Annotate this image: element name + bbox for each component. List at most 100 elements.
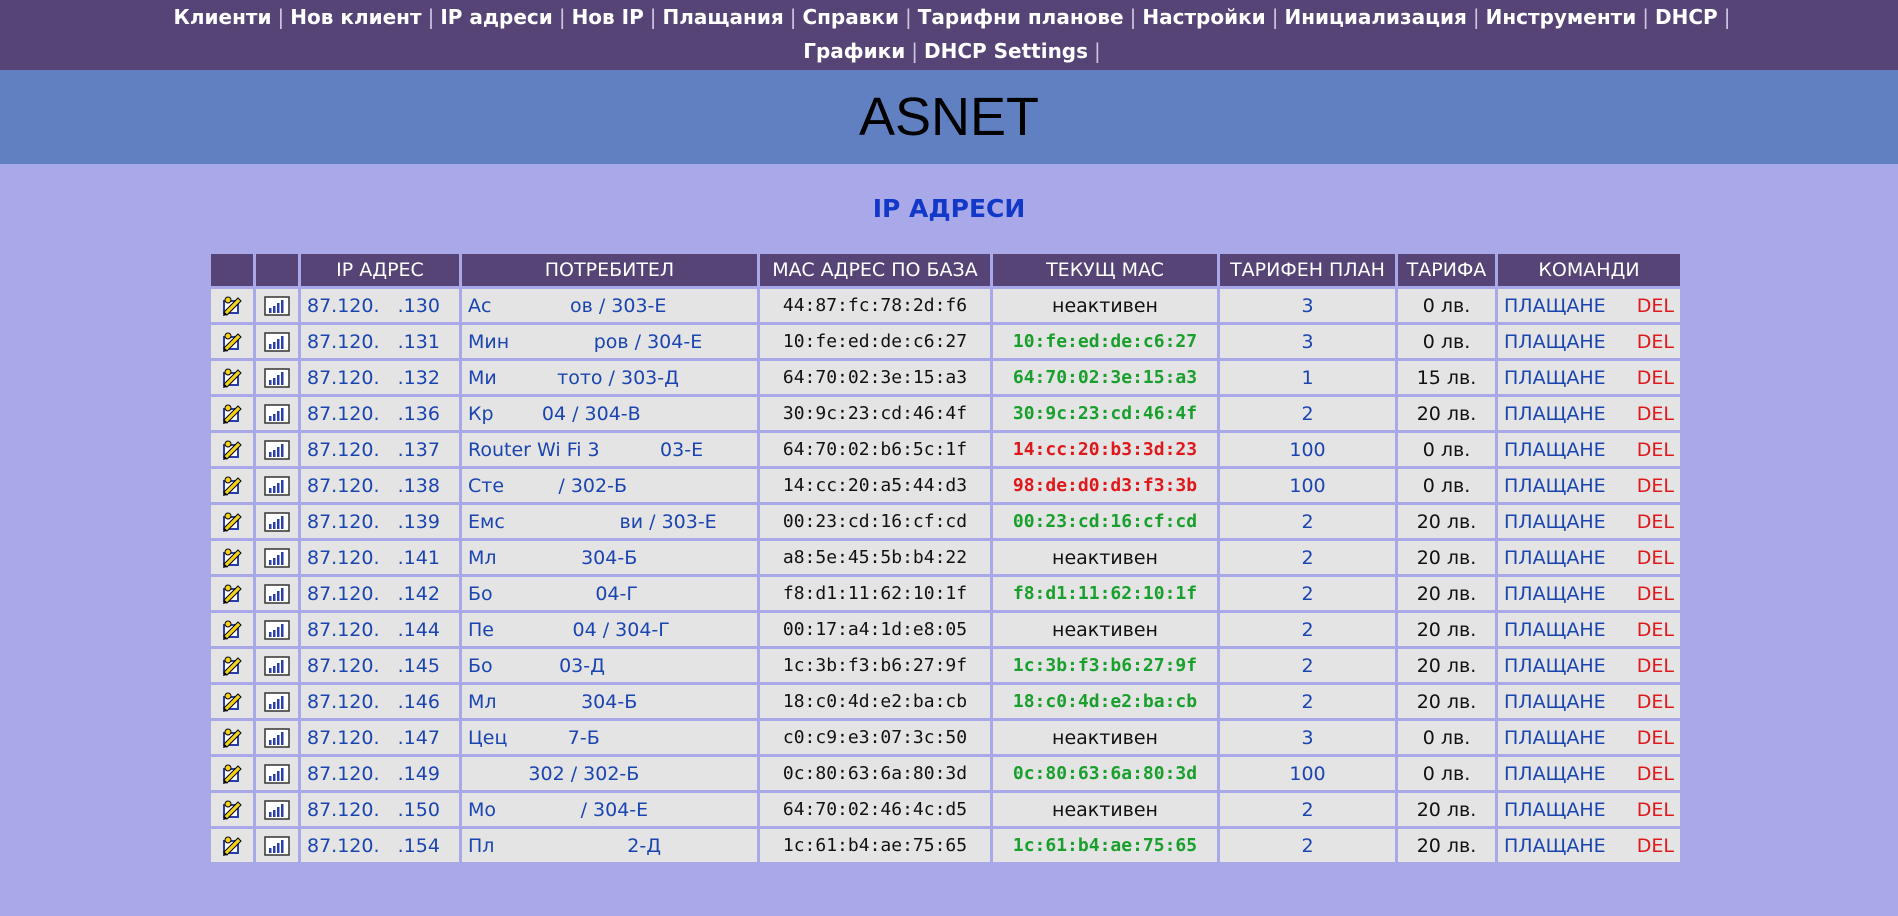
nav-link-row2-0[interactable]: Графики bbox=[797, 39, 911, 63]
nav-link-row1-7[interactable]: Настройки bbox=[1136, 5, 1271, 29]
pay-link[interactable]: ПЛАЩАНЕ bbox=[1504, 691, 1606, 713]
pay-link[interactable]: ПЛАЩАНЕ bbox=[1504, 439, 1606, 461]
graph-icon[interactable] bbox=[256, 367, 298, 388]
edit-cell[interactable] bbox=[211, 721, 253, 754]
edit-cell[interactable] bbox=[211, 361, 253, 394]
delete-link[interactable]: DEL bbox=[1637, 763, 1674, 785]
nav-link-row1-4[interactable]: Плащания bbox=[657, 5, 790, 29]
delete-link[interactable]: DEL bbox=[1637, 403, 1674, 425]
graph-icon[interactable] bbox=[256, 331, 298, 352]
pay-link[interactable]: ПЛАЩАНЕ bbox=[1504, 799, 1606, 821]
edit-icon[interactable] bbox=[211, 762, 253, 786]
tariff-plan[interactable]: 3 bbox=[1220, 325, 1395, 358]
pay-link[interactable]: ПЛАЩАНЕ bbox=[1504, 511, 1606, 533]
graph-cell[interactable] bbox=[256, 685, 298, 718]
graph-icon[interactable] bbox=[256, 835, 298, 856]
delete-link[interactable]: DEL bbox=[1637, 835, 1674, 857]
graph-cell[interactable] bbox=[256, 469, 298, 502]
edit-icon[interactable] bbox=[211, 546, 253, 570]
tariff-plan[interactable]: 100 bbox=[1220, 757, 1395, 790]
user-name[interactable]: Пл 2-Д bbox=[462, 829, 757, 862]
edit-cell[interactable] bbox=[211, 433, 253, 466]
graph-cell[interactable] bbox=[256, 397, 298, 430]
ip-address[interactable]: 87.120. .147 bbox=[301, 721, 459, 754]
edit-cell[interactable] bbox=[211, 577, 253, 610]
edit-cell[interactable] bbox=[211, 649, 253, 682]
pay-link[interactable]: ПЛАЩАНЕ bbox=[1504, 835, 1606, 857]
user-name[interactable]: Бо 04-Г bbox=[462, 577, 757, 610]
nav-link-row1-10[interactable]: DHCP bbox=[1649, 5, 1724, 29]
pay-link[interactable]: ПЛАЩАНЕ bbox=[1504, 583, 1606, 605]
delete-link[interactable]: DEL bbox=[1637, 583, 1674, 605]
pay-link[interactable]: ПЛАЩАНЕ bbox=[1504, 475, 1606, 497]
ip-address[interactable]: 87.120. .132 bbox=[301, 361, 459, 394]
user-name[interactable]: Мин ров / 304-Е bbox=[462, 325, 757, 358]
nav-link-row1-2[interactable]: IP адреси bbox=[434, 5, 558, 29]
delete-link[interactable]: DEL bbox=[1637, 367, 1674, 389]
delete-link[interactable]: DEL bbox=[1637, 619, 1674, 641]
tariff-plan[interactable]: 1 bbox=[1220, 361, 1395, 394]
graph-icon[interactable] bbox=[256, 403, 298, 424]
edit-cell[interactable] bbox=[211, 505, 253, 538]
tariff-plan[interactable]: 100 bbox=[1220, 433, 1395, 466]
edit-icon[interactable] bbox=[211, 798, 253, 822]
nav-link-row1-5[interactable]: Справки bbox=[796, 5, 905, 29]
ip-address[interactable]: 87.120. .145 bbox=[301, 649, 459, 682]
graph-icon[interactable] bbox=[256, 439, 298, 460]
delete-link[interactable]: DEL bbox=[1637, 547, 1674, 569]
edit-icon[interactable] bbox=[211, 402, 253, 426]
user-name[interactable]: Цец 7-Б bbox=[462, 721, 757, 754]
graph-icon[interactable] bbox=[256, 583, 298, 604]
delete-link[interactable]: DEL bbox=[1637, 799, 1674, 821]
ip-address[interactable]: 87.120. .136 bbox=[301, 397, 459, 430]
edit-cell[interactable] bbox=[211, 289, 253, 322]
user-name[interactable]: Сте / 302-Б bbox=[462, 469, 757, 502]
ip-address[interactable]: 87.120. .141 bbox=[301, 541, 459, 574]
delete-link[interactable]: DEL bbox=[1637, 727, 1674, 749]
pay-link[interactable]: ПЛАЩАНЕ bbox=[1504, 295, 1606, 317]
nav-link-row1-1[interactable]: Нов клиент bbox=[284, 5, 427, 29]
edit-cell[interactable] bbox=[211, 613, 253, 646]
graph-icon[interactable] bbox=[256, 691, 298, 712]
nav-link-row1-3[interactable]: Нов IP bbox=[566, 5, 650, 29]
graph-icon[interactable] bbox=[256, 475, 298, 496]
edit-icon[interactable] bbox=[211, 438, 253, 462]
edit-cell[interactable] bbox=[211, 685, 253, 718]
ip-address[interactable]: 87.120. .154 bbox=[301, 829, 459, 862]
edit-icon[interactable] bbox=[211, 294, 253, 318]
graph-cell[interactable] bbox=[256, 325, 298, 358]
tariff-plan[interactable]: 3 bbox=[1220, 721, 1395, 754]
ip-address[interactable]: 87.120. .130 bbox=[301, 289, 459, 322]
delete-link[interactable]: DEL bbox=[1637, 331, 1674, 353]
user-name[interactable]: Емс ви / 303-Е bbox=[462, 505, 757, 538]
graph-cell[interactable] bbox=[256, 577, 298, 610]
pay-link[interactable]: ПЛАЩАНЕ bbox=[1504, 331, 1606, 353]
ip-address[interactable]: 87.120. .142 bbox=[301, 577, 459, 610]
graph-cell[interactable] bbox=[256, 829, 298, 862]
tariff-plan[interactable]: 2 bbox=[1220, 685, 1395, 718]
user-name[interactable]: Мл 304-Б bbox=[462, 541, 757, 574]
edit-cell[interactable] bbox=[211, 793, 253, 826]
pay-link[interactable]: ПЛАЩАНЕ bbox=[1504, 655, 1606, 677]
delete-link[interactable]: DEL bbox=[1637, 655, 1674, 677]
graph-cell[interactable] bbox=[256, 757, 298, 790]
user-name[interactable]: Мо / 304-Е bbox=[462, 793, 757, 826]
user-name[interactable]: Мл 304-Б bbox=[462, 685, 757, 718]
graph-icon[interactable] bbox=[256, 763, 298, 784]
edit-cell[interactable] bbox=[211, 757, 253, 790]
graph-icon[interactable] bbox=[256, 619, 298, 640]
ip-address[interactable]: 87.120. .131 bbox=[301, 325, 459, 358]
tariff-plan[interactable]: 2 bbox=[1220, 577, 1395, 610]
ip-address[interactable]: 87.120. .149 bbox=[301, 757, 459, 790]
graph-icon[interactable] bbox=[256, 511, 298, 532]
nav-link-row1-9[interactable]: Инструменти bbox=[1480, 5, 1643, 29]
pay-link[interactable]: ПЛАЩАНЕ bbox=[1504, 367, 1606, 389]
pay-link[interactable]: ПЛАЩАНЕ bbox=[1504, 763, 1606, 785]
pay-link[interactable]: ПЛАЩАНЕ bbox=[1504, 403, 1606, 425]
ip-address[interactable]: 87.120. .150 bbox=[301, 793, 459, 826]
graph-icon[interactable] bbox=[256, 655, 298, 676]
pay-link[interactable]: ПЛАЩАНЕ bbox=[1504, 547, 1606, 569]
tariff-plan[interactable]: 2 bbox=[1220, 829, 1395, 862]
user-name[interactable]: Пе 04 / 304-Г bbox=[462, 613, 757, 646]
graph-cell[interactable] bbox=[256, 613, 298, 646]
